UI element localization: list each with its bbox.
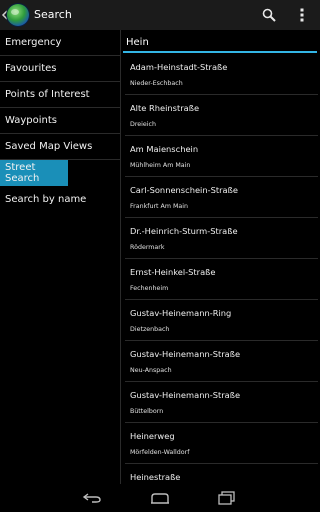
- nav-home-icon[interactable]: [150, 492, 170, 504]
- menu-item-label: Street Search: [5, 162, 40, 184]
- list-item[interactable]: Gustav-Heinemann-Straße Büttelborn: [125, 382, 318, 423]
- city-name: Mörfelden-Walldorf: [130, 449, 190, 456]
- street-name: Gustav-Heinemann-Straße: [130, 349, 241, 359]
- list-item[interactable]: Heinerweg Mörfelden-Walldorf: [125, 423, 318, 464]
- street-search-pane: Adam-Heinstadt-Straße Nieder-Eschbach Al…: [121, 30, 320, 484]
- page-title: Search: [34, 8, 72, 21]
- menu-item-label: Waypoints: [5, 115, 58, 126]
- menu-item-saved-map-views[interactable]: Saved Map Views: [0, 134, 120, 160]
- list-item[interactable]: Dr.-Heinrich-Sturm-Straße Rödermark: [125, 218, 318, 259]
- street-name: Dr.-Heinrich-Sturm-Straße: [130, 226, 238, 236]
- list-item[interactable]: Gustav-Heinemann-Straße Neu-Anspach: [125, 341, 318, 382]
- overflow-menu-icon[interactable]: [299, 8, 305, 22]
- search-input-underline: [123, 51, 317, 53]
- street-name: Alte Rheinstraße: [130, 103, 200, 113]
- street-name: Heinerweg: [130, 431, 175, 441]
- street-name: Am Maienschein: [130, 144, 199, 154]
- menu-item-waypoints[interactable]: Waypoints: [0, 108, 120, 134]
- system-nav-bar: [0, 484, 320, 512]
- city-name: Frankfurt Am Main: [130, 203, 188, 210]
- search-field: [121, 30, 320, 54]
- menu-item-favourites[interactable]: Favourites: [0, 56, 120, 82]
- list-item[interactable]: Heinestraße: [125, 464, 318, 484]
- menu-item-points-of-interest[interactable]: Points of Interest: [0, 82, 120, 108]
- list-item[interactable]: Gustav-Heinemann-Ring Dietzenbach: [125, 300, 318, 341]
- menu-item-label: Emergency: [5, 37, 62, 48]
- street-name: Gustav-Heinemann-Ring: [130, 308, 232, 318]
- city-name: Dreieich: [130, 121, 156, 128]
- street-name: Ernst-Heinkel-Straße: [130, 267, 216, 277]
- list-item[interactable]: Carl-Sonnenschein-Straße Frankfurt Am Ma…: [125, 177, 318, 218]
- menu-item-street-search[interactable]: Street Search: [0, 160, 68, 186]
- menu-item-label: Favourites: [5, 63, 57, 74]
- city-name: Neu-Anspach: [130, 367, 172, 374]
- search-icon[interactable]: [262, 8, 276, 22]
- street-name: Gustav-Heinemann-Straße: [130, 390, 241, 400]
- city-name: Fechenheim: [130, 285, 169, 292]
- street-search-input[interactable]: [125, 33, 315, 51]
- city-name: Rödermark: [130, 244, 165, 251]
- city-name: Büttelborn: [130, 408, 164, 415]
- city-name: Dietzenbach: [130, 326, 170, 333]
- list-item[interactable]: Adam-Heinstadt-Straße Nieder-Eschbach: [125, 54, 318, 95]
- menu-item-label: Saved Map Views: [5, 141, 93, 152]
- search-category-menu: Emergency Favourites Points of Interest …: [0, 30, 120, 484]
- street-name: Heinestraße: [130, 472, 181, 482]
- list-item[interactable]: Ernst-Heinkel-Straße Fechenheim: [125, 259, 318, 300]
- city-name: Mühlheim Am Main: [130, 162, 191, 169]
- menu-item-label: Search by name: [5, 193, 87, 205]
- menu-item-label: Points of Interest: [5, 89, 90, 100]
- nav-recent-apps-icon[interactable]: [218, 491, 236, 505]
- menu-item-emergency[interactable]: Emergency: [0, 30, 120, 56]
- street-name: Carl-Sonnenschein-Straße: [130, 185, 238, 195]
- street-name: Adam-Heinstadt-Straße: [130, 62, 228, 72]
- nav-back-icon[interactable]: [82, 493, 102, 503]
- globe-icon[interactable]: [7, 4, 29, 26]
- list-item[interactable]: Alte Rheinstraße Dreieich: [125, 95, 318, 136]
- list-item[interactable]: Am Maienschein Mühlheim Am Main: [125, 136, 318, 177]
- action-bar: Search: [0, 0, 320, 30]
- results-list: Adam-Heinstadt-Straße Nieder-Eschbach Al…: [121, 54, 320, 484]
- city-name: Nieder-Eschbach: [130, 80, 183, 87]
- menu-item-search-by-name[interactable]: Search by name: [0, 186, 120, 212]
